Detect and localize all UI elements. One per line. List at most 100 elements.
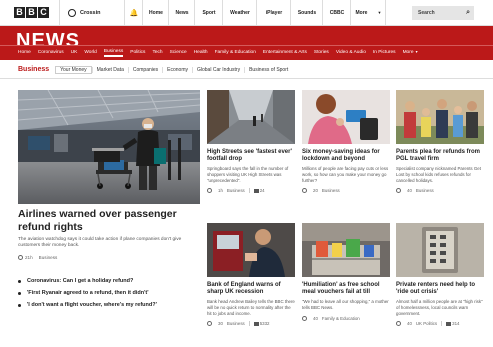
story-image-doorbell: [396, 223, 484, 277]
story-card-high-streets[interactable]: High Streets see 'fastest ever' footfall…: [207, 90, 295, 194]
related-story-title: 'First Ryanair agreed to a refund, then …: [27, 290, 149, 296]
chevron-down-icon: ▼: [377, 10, 382, 15]
top-nav-more[interactable]: More ▼: [350, 0, 387, 26]
clock-icon: [302, 188, 307, 194]
sub-nav-business-of-sport[interactable]: Business of Sport: [244, 66, 292, 73]
sub-nav-your-money[interactable]: Your Money: [55, 65, 92, 74]
story-card-bank-of-england[interactable]: Bank of England warns of sharp UK recess…: [207, 223, 295, 327]
section-nav-business[interactable]: Business: [103, 49, 124, 57]
section-nav-family-education[interactable]: Family & Education: [215, 50, 256, 55]
story-card-pgl[interactable]: Parents plea for refunds from PGL travel…: [396, 90, 484, 194]
related-story[interactable]: Coronavirus: Can I get a holiday refund?: [18, 278, 200, 284]
section-nav-video-audio[interactable]: Video & Audio: [336, 50, 366, 55]
section-nav-world[interactable]: World: [84, 50, 96, 55]
comment-count-value: 24: [259, 188, 265, 194]
section-nav-tech[interactable]: Tech: [152, 50, 162, 55]
bullet-icon: [18, 291, 21, 295]
story-card-money-saving[interactable]: Six money-saving ideas for lockdown and …: [302, 90, 390, 194]
account-button[interactable]: Crossin: [59, 0, 100, 26]
section-nav-in-pictures[interactable]: In Pictures: [373, 50, 396, 55]
bullet-icon: [18, 303, 21, 307]
section-nav-home[interactable]: Home: [18, 50, 31, 55]
main-story-time-value: 21h: [25, 255, 33, 260]
section-nav-stories[interactable]: Stories: [314, 50, 329, 55]
story-time: 40: [407, 321, 412, 327]
comment-count[interactable]: 314: [446, 321, 459, 326]
business-section-title[interactable]: Business: [18, 66, 49, 73]
story-section-link[interactable]: Business: [416, 188, 434, 193]
clock-icon: [396, 321, 401, 327]
main-story-image[interactable]: [18, 90, 200, 204]
meta-divider: [441, 321, 443, 327]
main-story-time: 21h: [18, 255, 33, 261]
story-headline: High Streets see 'fastest ever' footfall…: [207, 149, 292, 163]
related-story[interactable]: 'First Ryanair agreed to a refund, then …: [18, 290, 200, 296]
sub-nav-market-data[interactable]: Market Data: [91, 66, 128, 73]
story-meta: 40 Business: [396, 188, 484, 194]
story-summary: Millions of people are facing pay cuts o…: [302, 166, 389, 183]
business-sub-nav: Business Your Money Market Data Companie…: [0, 61, 493, 79]
clock-icon: [396, 188, 401, 194]
top-nav-iplayer[interactable]: iPlayer: [256, 0, 290, 26]
meta-divider: [248, 321, 250, 327]
search-icon: ⌕: [466, 9, 470, 16]
story-section-link[interactable]: Family & Education: [322, 316, 360, 321]
comment-icon: [253, 322, 259, 327]
comment-count-value: 314: [452, 321, 460, 327]
story-section-link[interactable]: Business: [227, 188, 245, 193]
notifications-bell-icon[interactable]: 🔔: [124, 0, 142, 26]
story-card-private-renters[interactable]: Private renters need help to 'ride out c…: [396, 223, 484, 327]
masthead-bar: B B C Crossin 🔔 Home News Sport Weather …: [0, 0, 493, 26]
story-headline: 'Humiliation' as free school meal vouche…: [302, 282, 380, 296]
top-nav-cbbc[interactable]: CBBC: [322, 0, 350, 26]
top-nav-more-label: More: [355, 9, 368, 16]
section-nav-more[interactable]: More ▼: [403, 50, 419, 55]
comment-count[interactable]: 24: [253, 188, 265, 194]
story-section-link[interactable]: Business: [227, 321, 245, 326]
story-meta: 40 Family & Education: [302, 315, 390, 321]
related-stories-list: Coronavirus: Can I get a holiday refund?…: [18, 278, 200, 314]
story-image-family: [396, 90, 484, 144]
top-nav-sounds[interactable]: Sounds: [290, 0, 322, 26]
story-card-school-meals[interactable]: 'Humiliation' as free school meal vouche…: [302, 223, 390, 321]
bbc-logo[interactable]: B B C: [14, 7, 49, 18]
user-icon: [68, 8, 76, 17]
story-summary: "We had to leave all our shopping," a mo…: [302, 299, 389, 310]
related-story-title: 'I don't want a flight voucher, where's …: [27, 302, 157, 308]
main-story-headline[interactable]: Airlines warned over passenger refund ri…: [18, 208, 200, 234]
story-image-high-street: [207, 90, 295, 144]
top-nav-home[interactable]: Home: [142, 0, 168, 26]
top-nav-weather[interactable]: Weather: [222, 0, 256, 26]
clock-icon: [207, 188, 212, 194]
clock-icon: [18, 255, 23, 261]
story-section-link[interactable]: UK Politics: [416, 321, 437, 326]
section-nav-politics[interactable]: Politics: [130, 50, 145, 55]
chevron-down-icon: ▼: [414, 50, 419, 54]
section-nav-health[interactable]: Health: [194, 50, 208, 55]
related-story-title: Coronavirus: Can I get a holiday refund?: [27, 278, 134, 284]
story-headline: Parents plea for refunds from PGL travel…: [396, 149, 481, 163]
sub-nav-companies[interactable]: Companies: [127, 66, 162, 73]
related-story[interactable]: 'I don't want a flight voucher, where's …: [18, 302, 200, 308]
sub-nav-global-car-industry[interactable]: Global Car Industry: [192, 66, 244, 73]
top-nav-news[interactable]: News: [168, 0, 194, 26]
section-nav-uk[interactable]: UK: [71, 50, 78, 55]
story-time: 1h: [218, 188, 223, 194]
sub-nav-economy[interactable]: Economy: [162, 66, 192, 73]
story-section-link[interactable]: Business: [322, 188, 340, 193]
top-nav-sport[interactable]: Sport: [194, 0, 222, 26]
bbc-logo-letter-b2: B: [26, 7, 37, 18]
main-story-section-link[interactable]: Business: [39, 255, 58, 260]
section-nav-coronavirus[interactable]: Coronavirus: [38, 50, 64, 55]
section-nav: Home Coronavirus UK World Business Polit…: [0, 45, 493, 59]
section-nav-entertainment-arts[interactable]: Entertainment & Arts: [263, 50, 307, 55]
section-nav-science[interactable]: Science: [170, 50, 187, 55]
story-meta: 30 Business 5332: [207, 321, 295, 327]
story-summary: Almost half a million people are at "hig…: [396, 299, 483, 316]
comment-icon: [253, 189, 259, 194]
search-input[interactable]: Search ⌕: [412, 6, 474, 20]
comment-count[interactable]: 5332: [253, 321, 270, 327]
meta-divider: [248, 188, 250, 194]
story-time: 40: [313, 315, 318, 321]
story-headline: Bank of England warns of sharp UK recess…: [207, 282, 281, 296]
